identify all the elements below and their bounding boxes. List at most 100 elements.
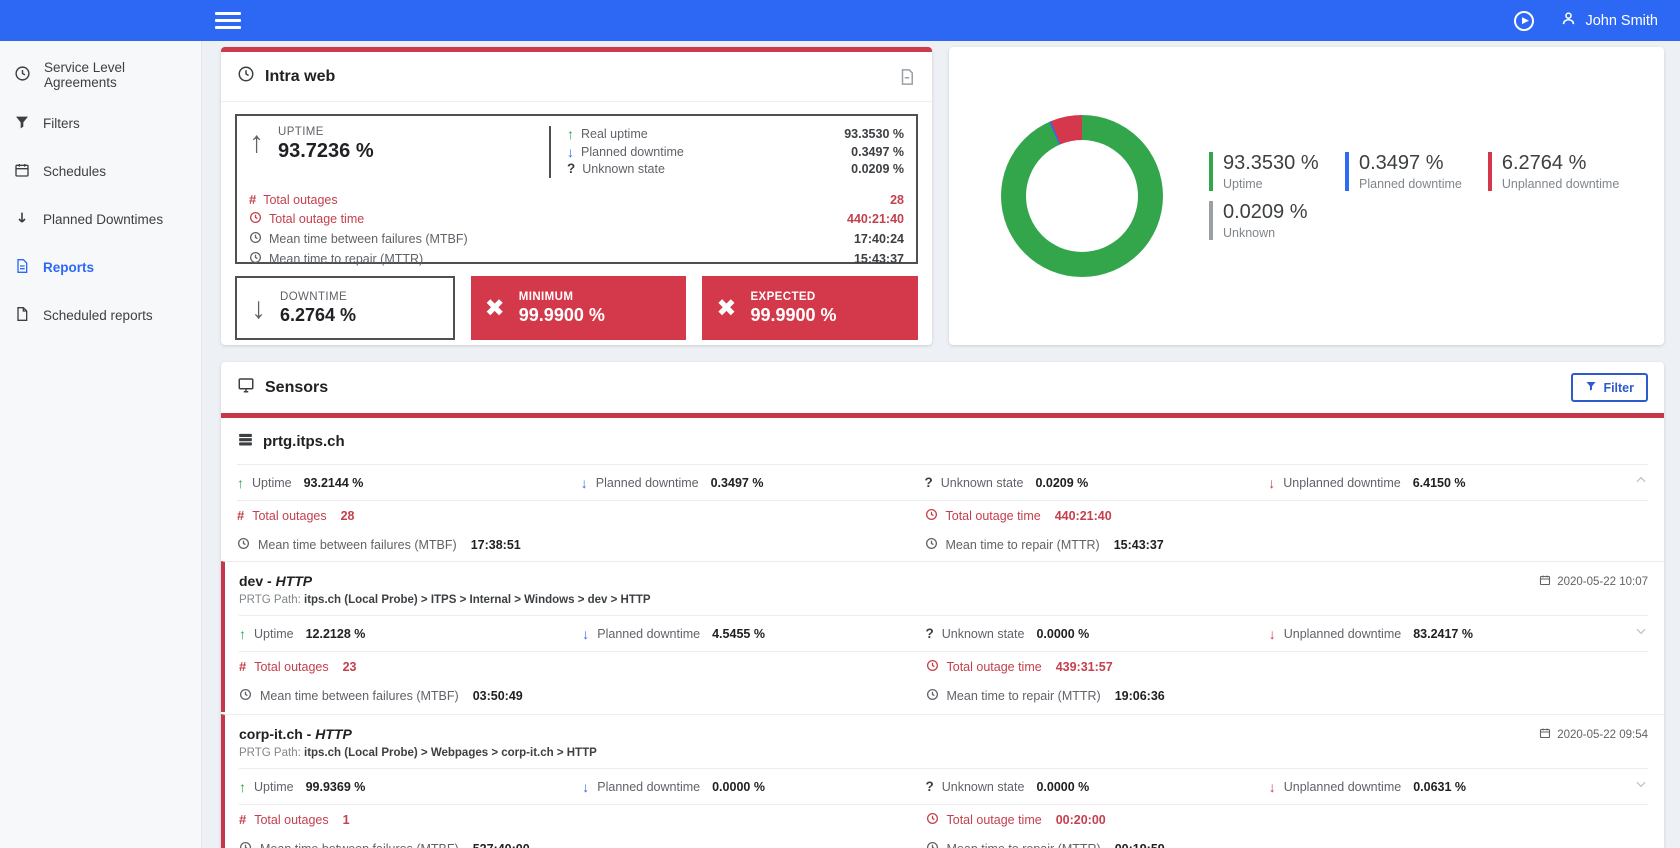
uptime-label: UPTIME bbox=[278, 126, 374, 138]
sidebar-item-schedules[interactable]: Schedules bbox=[0, 147, 201, 195]
clock-icon bbox=[926, 812, 939, 828]
downtime-box: ↓ DOWNTIME 6.2764 % bbox=[235, 276, 455, 340]
uptime-value: 93.7236 % bbox=[278, 140, 374, 163]
total-outages-row: # Total outages 28 bbox=[249, 192, 904, 207]
sensor-stats-row: ↑Uptime12.2128 % ↓Planned downtime4.5455… bbox=[239, 616, 1648, 651]
hash-icon: # bbox=[239, 659, 246, 674]
sensor-stats-row: ↑Uptime99.9369 % ↓Planned downtime0.0000… bbox=[239, 769, 1648, 804]
sidebar-item-planned-downtimes[interactable]: Planned Downtimes bbox=[0, 195, 201, 243]
sidebar-item-service-level-agreements[interactable]: Service Level Agreements bbox=[0, 51, 201, 99]
sensor-group-section: prtg.itps.ch ↑Uptime93.2144 % ↓Planned d… bbox=[221, 418, 1664, 559]
clock-icon bbox=[926, 659, 939, 675]
sensor-row-corp-it: corp-it.ch - HTTP 2020-05-22 09:54 PRTG … bbox=[221, 714, 1664, 848]
server-icon bbox=[237, 431, 254, 452]
arrow-up-icon: ↑ bbox=[249, 126, 264, 178]
sidebar-item-scheduled-reports[interactable]: Scheduled reports bbox=[0, 291, 201, 339]
arrow-down-icon: ↓ bbox=[567, 144, 574, 160]
clock-icon bbox=[926, 688, 939, 704]
arrow-up-icon: ↑ bbox=[239, 779, 246, 795]
x-icon: ✖ bbox=[485, 294, 505, 323]
menu-icon[interactable] bbox=[215, 8, 241, 33]
arrow-down-icon bbox=[14, 210, 30, 229]
group-stats-row: ↑Uptime93.2144 % ↓Planned downtime0.3497… bbox=[237, 465, 1648, 500]
sidebar-item-label: Service Level Agreements bbox=[44, 60, 187, 90]
document-icon bbox=[14, 258, 30, 277]
planned-downtime-row: ↓ Planned downtime 0.3497 % bbox=[567, 144, 904, 160]
sensors-title: Sensors bbox=[265, 379, 328, 397]
arrow-down-icon: ↓ bbox=[581, 475, 588, 491]
sensor-type: HTTP bbox=[276, 573, 313, 589]
sensor-date: 2020-05-22 09:54 bbox=[1539, 727, 1648, 742]
sidebar-item-filters[interactable]: Filters bbox=[0, 99, 201, 147]
mtbf-row: Mean time between failures (MTBF) 17:40:… bbox=[249, 231, 904, 247]
top-bar: ▶ John Smith bbox=[0, 0, 1680, 41]
hash-icon: # bbox=[239, 812, 246, 827]
clock-icon bbox=[925, 537, 938, 553]
group-name: prtg.itps.ch bbox=[263, 433, 345, 450]
clock-icon bbox=[14, 65, 31, 85]
arrow-up-icon: ↑ bbox=[239, 626, 246, 642]
minimum-box: ✖ MINIMUM 99.9900 % bbox=[471, 276, 687, 340]
total-outage-time-row: Total outage time 440:21:40 bbox=[249, 211, 904, 227]
sidebar-item-label: Scheduled reports bbox=[43, 308, 153, 323]
clock-icon bbox=[239, 841, 252, 848]
filter-icon bbox=[1585, 380, 1597, 395]
play-circle-icon[interactable]: ▶ bbox=[1514, 11, 1534, 31]
arrow-down-icon: ↓ bbox=[1268, 475, 1275, 491]
unknown-state-row: ? Unknown state 0.0209 % bbox=[567, 161, 904, 176]
sensor-row-dev: dev - HTTP 2020-05-22 10:07 PRTG Path: i… bbox=[221, 561, 1664, 712]
clock-icon bbox=[249, 211, 262, 227]
hash-icon: # bbox=[249, 192, 256, 207]
clock-icon bbox=[239, 688, 252, 704]
question-mark-icon: ? bbox=[926, 779, 934, 794]
donut-chart bbox=[1001, 115, 1163, 277]
expected-box: ✖ EXPECTED 99.9900 % bbox=[702, 276, 918, 340]
legend-uptime: 93.3530 % Uptime bbox=[1209, 152, 1319, 191]
monitor-icon bbox=[237, 376, 255, 399]
chevron-down-icon[interactable] bbox=[1634, 777, 1648, 796]
question-mark-icon: ? bbox=[926, 626, 934, 641]
filter-icon bbox=[14, 114, 30, 133]
sensor-outage-rows: #Total outages1 Total outage time00:20:0… bbox=[239, 805, 1648, 848]
chart-legend: 93.3530 % Uptime 0.3497 % Planned downti… bbox=[1209, 152, 1619, 240]
question-mark-icon: ? bbox=[925, 475, 933, 490]
clock-icon bbox=[249, 231, 262, 247]
sla-summary-card: Intra web ↑ UPTIME 93.7236 % bbox=[221, 47, 932, 345]
arrow-down-icon: ↓ bbox=[582, 626, 589, 642]
clock-icon bbox=[237, 537, 250, 553]
arrow-down-icon: ↓ bbox=[251, 292, 266, 325]
report-document-icon[interactable] bbox=[898, 68, 916, 86]
sidebar-item-label: Reports bbox=[43, 260, 94, 275]
sensor-path: PRTG Path: itps.ch (Local Probe) > Webpa… bbox=[239, 747, 1648, 768]
sidebar-item-label: Filters bbox=[43, 116, 80, 131]
clock-icon bbox=[237, 65, 255, 88]
hash-icon: # bbox=[237, 508, 244, 523]
arrow-up-icon: ↑ bbox=[567, 126, 574, 142]
x-icon: ✖ bbox=[716, 294, 736, 323]
calendar-icon bbox=[1539, 727, 1551, 742]
sensor-date: 2020-05-22 10:07 bbox=[1539, 574, 1648, 589]
sla-card-title: Intra web bbox=[265, 68, 335, 86]
sensors-card: Sensors Filter prtg.itps.ch ↑Uptime93.21… bbox=[221, 362, 1664, 848]
uptime-summary-box: ↑ UPTIME 93.7236 % ↑ Real uptime 93. bbox=[235, 114, 918, 264]
mttr-row: Mean time to repair (MTTR) 15:43:37 bbox=[249, 251, 904, 267]
user-name: John Smith bbox=[1585, 13, 1658, 29]
calendar-icon bbox=[14, 162, 30, 181]
chevron-up-icon[interactable] bbox=[1634, 473, 1648, 492]
sidebar-item-reports[interactable]: Reports bbox=[0, 243, 201, 291]
file-icon bbox=[14, 306, 30, 325]
question-mark-icon: ? bbox=[567, 161, 575, 176]
user-icon bbox=[1560, 10, 1577, 31]
real-uptime-row: ↑ Real uptime 93.3530 % bbox=[567, 126, 904, 142]
divider bbox=[549, 126, 551, 178]
legend-planned-downtime: 0.3497 % Planned downtime bbox=[1345, 152, 1462, 191]
filter-button[interactable]: Filter bbox=[1571, 373, 1648, 402]
chevron-down-icon[interactable] bbox=[1634, 624, 1648, 643]
clock-icon bbox=[925, 508, 938, 524]
arrow-down-icon: ↓ bbox=[1269, 626, 1276, 642]
sensor-outage-rows: #Total outages23 Total outage time439:31… bbox=[239, 652, 1648, 710]
calendar-icon bbox=[1539, 574, 1551, 589]
user-menu[interactable]: John Smith bbox=[1560, 10, 1658, 31]
sensor-name: corp-it.ch bbox=[239, 726, 303, 742]
arrow-up-icon: ↑ bbox=[237, 475, 244, 491]
